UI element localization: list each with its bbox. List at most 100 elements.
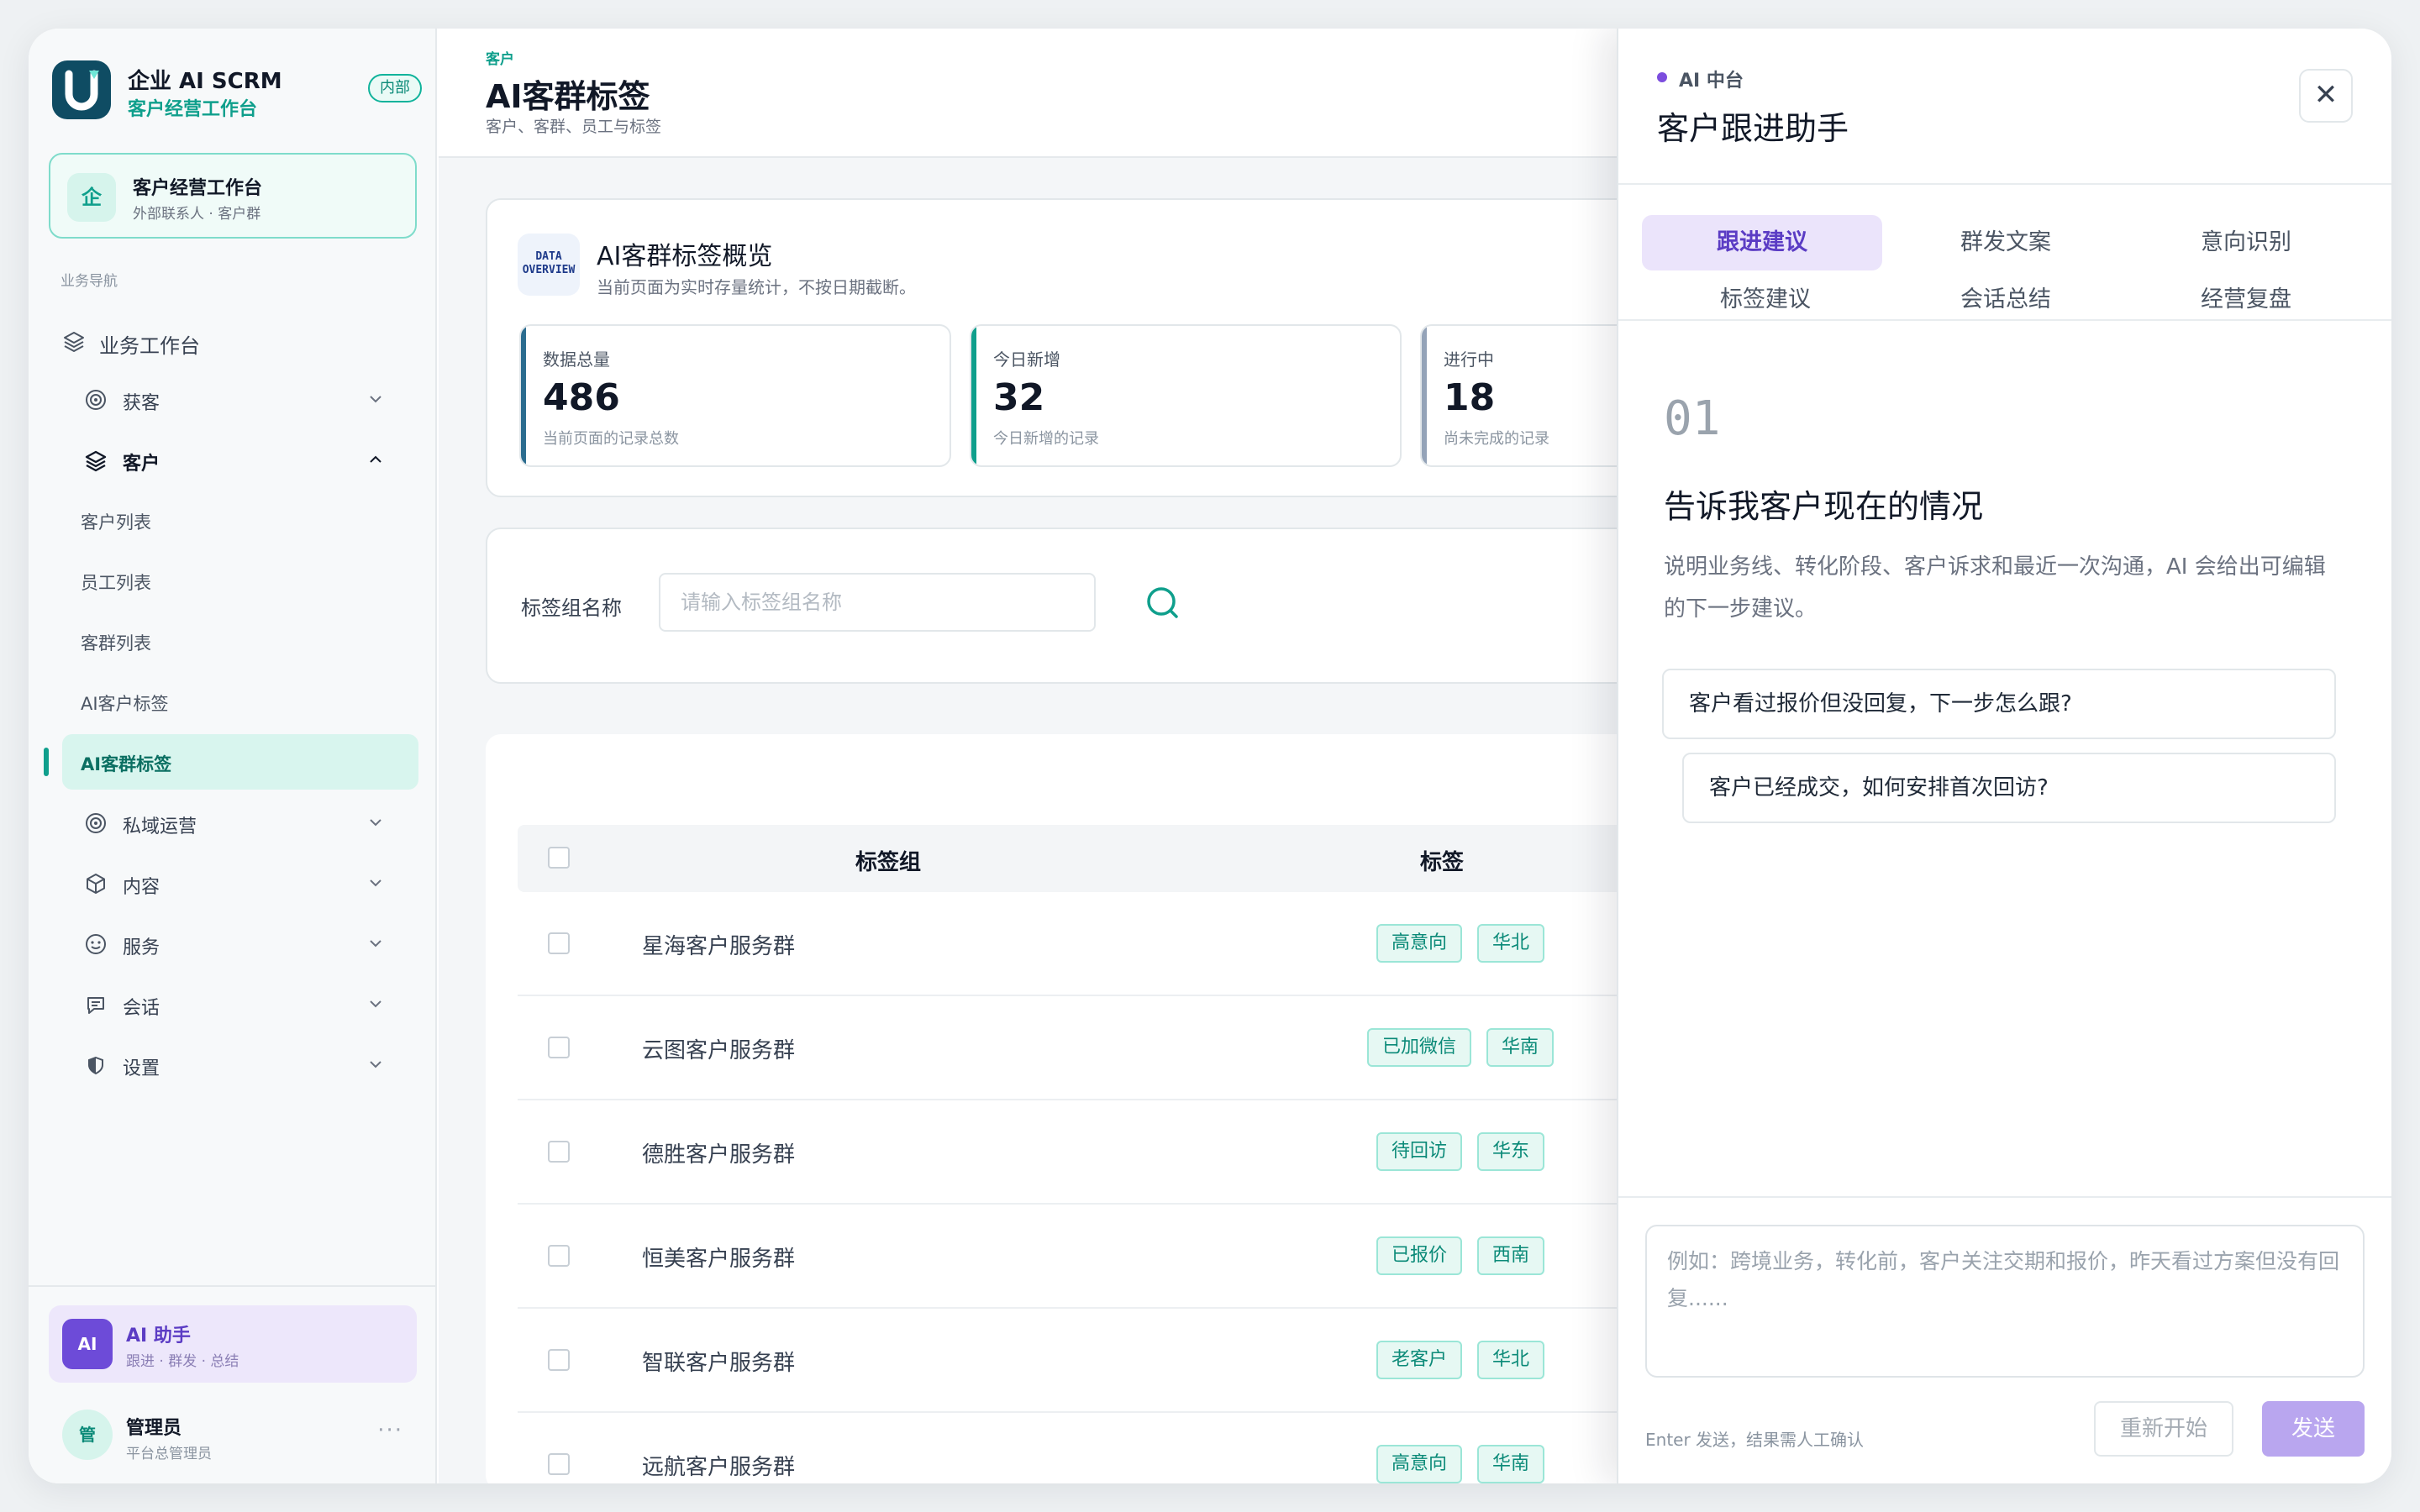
filter-label: 标签组名称 [521,596,622,620]
icon-text: OVERVIEW [522,264,576,276]
nav-item-content[interactable]: 内容 [62,855,418,911]
more-icon[interactable]: ··· [377,1418,403,1443]
nav-item-settings[interactable]: 设置 [62,1037,418,1092]
step-description: 说明业务线、转化阶段、客户诉求和最近一次沟通，AI 会给出可编辑的下一步建议。 [1664,554,2326,622]
brand-logo-icon [52,60,111,119]
drawer-body: 01 告诉我客户现在的情况 说明业务线、转化阶段、客户诉求和最近一次沟通，AI … [1618,323,2391,1163]
workspace-icon: 企 [67,173,116,222]
layers-icon [64,332,84,352]
tag-chip: 华东 [1477,1132,1545,1171]
tag-chip: 已加微信 [1367,1028,1472,1067]
page-subtitle: 客户、客群、员工与标签 [486,118,662,136]
drawer-composer: Enter 发送，结果需人工确认 重新开始 发送 [1618,1196,2391,1483]
stat-accent-bar [971,326,976,465]
sidebar: 企业 AI SCRM 客户经营工作台 内部 企 客户经营工作台 外部联系人 · … [29,29,437,1483]
smile-icon [86,934,106,954]
nav-item-conversation[interactable]: 会话 [62,976,418,1032]
nav-item-acquisition[interactable]: 获客 [62,371,418,427]
overview-subtitle: 当前页面为实时存量统计，不按日期截断。 [597,277,916,297]
user-role: 平台总管理员 [126,1446,212,1462]
workspace-subtitle: 外部联系人 · 客户群 [133,206,261,223]
nav-item-ai-group-tags[interactable]: AI客群标签 [44,734,418,790]
send-button[interactable]: 发送 [2262,1401,2365,1457]
prompt-input[interactable] [1645,1225,2365,1378]
tag-chip: 华南 [1486,1028,1555,1067]
tag-group-name: 云图客户服务群 [641,1038,795,1063]
drawer-kicker: AI 中台 [1679,71,1744,92]
stat-accent-bar [521,326,526,465]
brand-title: 企业 AI SCRM [128,69,282,94]
chevron-down-icon [370,819,381,827]
stat-value: 18 [1444,376,1496,419]
nav-item-label: 客户 [123,454,160,475]
ai-avatar: AI [62,1319,113,1369]
brand[interactable]: 企业 AI SCRM 客户经营工作台 内部 [52,60,422,123]
tag-chip: 高意向 [1376,1445,1463,1483]
drawer-title: 客户跟进助手 [1657,110,1849,147]
tab-tag-suggestion[interactable]: 标签建议 [1645,272,1886,328]
step-number: 01 [1664,391,1721,446]
internal-badge: 内部 [368,74,422,102]
nav-item-label: AI客户标签 [81,694,169,714]
stat-label: 数据总量 [543,349,610,370]
tab-broadcast-copy[interactable]: 群发文案 [1886,215,2126,270]
data-overview-icon: DATA OVERVIEW [518,234,580,296]
tag-group-search-input[interactable] [659,573,1096,632]
tag-chip: 待回访 [1376,1132,1463,1171]
user-profile[interactable]: 管 管理员 平台总管理员 ··· [49,1403,417,1470]
suggestion-chip[interactable]: 客户看过报价但没回复，下一步怎么跟? [1662,669,2336,739]
tag-chip: 华北 [1477,1341,1545,1379]
search-icon[interactable] [1144,585,1181,622]
nav-item-ai-customer-tags[interactable]: AI客户标签 [62,674,418,729]
breadcrumb[interactable]: 客户 [486,47,514,68]
stat-label: 进行中 [1444,349,1494,370]
user-name: 管理员 [126,1418,182,1439]
workspace-switcher[interactable]: 企 客户经营工作台 外部联系人 · 客户群 [49,153,417,239]
status-dot-icon [1657,72,1667,82]
active-indicator [44,748,49,776]
sidebar-footer: AI AI 助手 跟进 · 群发 · 总结 管 管理员 平台总管理员 ··· [29,1285,435,1483]
stat-accent-bar [1422,326,1427,465]
tag-chip: 华南 [1477,1445,1545,1483]
nav-item-customer[interactable]: 客户 [62,432,418,487]
stat-card-total: 数据总量 486 当前页面的记录总数 [519,324,951,467]
tab-intent-detection[interactable]: 意向识别 [2126,215,2366,270]
workspace-title: 客户经营工作台 [133,178,263,199]
nav-item-private-domain[interactable]: 私域运营 [62,795,418,850]
nav-item-label: 获客 [123,393,160,414]
cube-icon [87,874,105,894]
suggestion-chip[interactable]: 客户已经成交，如何安排首次回访? [1682,753,2336,823]
chevron-down-icon [370,1000,381,1008]
nav-item-workbench[interactable]: 业务工作台 [62,312,418,368]
nav-item-label: 业务工作台 [99,334,200,358]
nav-item-service[interactable]: 服务 [62,916,418,971]
avatar: 管 [62,1410,113,1460]
close-button[interactable]: ✕ [2299,69,2353,123]
tab-conversation-summary[interactable]: 会话总结 [1886,272,2126,328]
nav-item-label: 内容 [123,877,160,898]
ai-assistant-subtitle: 跟进 · 群发 · 总结 [126,1353,239,1370]
nav-item-label: 会话 [123,998,160,1019]
ai-assistant-button[interactable]: AI AI 助手 跟进 · 群发 · 总结 [49,1305,417,1383]
nav-item-label: 私域运营 [123,816,197,837]
tab-business-review[interactable]: 经营复盘 [2126,272,2366,328]
stat-value: 32 [993,376,1045,419]
chevron-down-icon [370,396,381,403]
nav-item-group-list[interactable]: 客群列表 [62,613,418,669]
page-title: AI客群标签 [486,78,650,115]
overview-title: AI客群标签概览 [597,242,773,271]
tag-group-name: 智联客户服务群 [641,1351,795,1376]
nav-item-employee-list[interactable]: 员工列表 [62,553,418,608]
tag-group-name: 德胜客户服务群 [641,1142,795,1168]
chevron-down-icon [370,1061,381,1068]
target-icon [86,390,106,410]
select-all-checkbox[interactable] [548,847,570,869]
stat-hint: 今日新增的记录 [993,430,1099,448]
nav-caption: 业务导航 [60,273,118,290]
target-icon [86,813,106,833]
nav-item-label: 设置 [123,1058,160,1079]
reset-button[interactable]: 重新开始 [2094,1401,2233,1457]
nav-item-customer-list[interactable]: 客户列表 [62,492,418,548]
tab-follow-up[interactable]: 跟进建议 [1642,215,1882,270]
shield-icon [88,1056,103,1075]
